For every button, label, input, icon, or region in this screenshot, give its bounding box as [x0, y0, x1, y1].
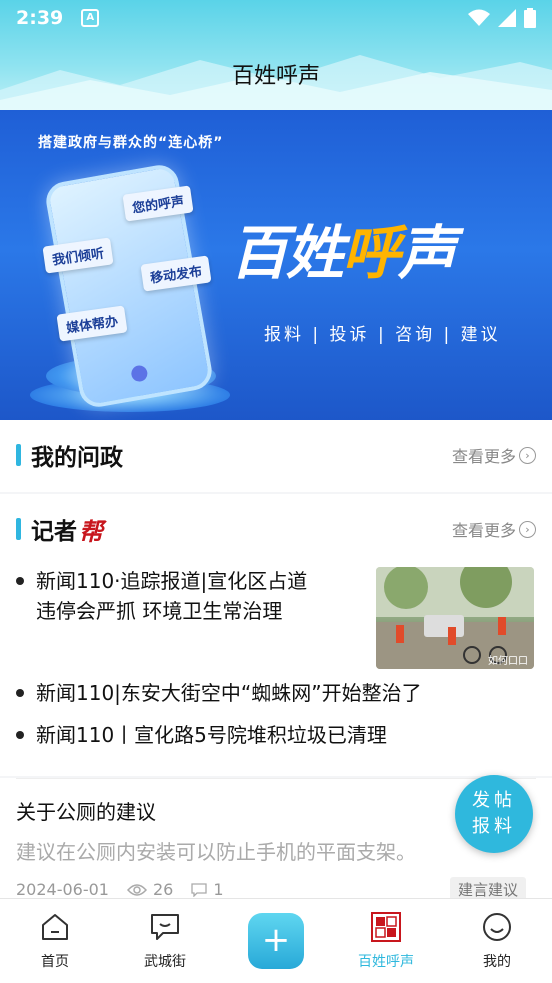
post-report-fab[interactable]: 发帖 报料 [455, 775, 533, 853]
thumb-watermark: 如何口口 [488, 656, 528, 667]
bullet-dot [16, 731, 24, 739]
chevron-right-icon: › [519, 520, 536, 538]
view-more-link[interactable]: 查看更多 › [452, 517, 536, 541]
big-title-c: 声 [398, 219, 456, 287]
news-item[interactable]: 新闻110丨宣化路5号院堆积垃圾已清理 [16, 720, 387, 750]
bullet-dot [16, 577, 24, 585]
tab-label: 我的 [483, 954, 511, 970]
tab-home[interactable]: 首页 [0, 899, 110, 983]
home-icon [42, 914, 68, 940]
wifi-icon [468, 9, 490, 26]
signal-icon [498, 9, 516, 27]
fab-line1: 发帖 [472, 790, 516, 811]
tab-label: 首页 [41, 954, 69, 970]
post-title: 关于公厕的建议 [16, 800, 156, 824]
post-meta: 2024-06-01 26 1 [16, 880, 224, 899]
eye-icon [126, 883, 147, 896]
news-item[interactable]: 新闻110|东安大街空中“蜘蛛网”开始整治了 [16, 678, 422, 708]
tab-label: 百姓呼声 [358, 954, 414, 970]
battery-icon [524, 8, 536, 28]
bullet-dot [16, 689, 24, 697]
section-title: 我的问政 [31, 445, 123, 471]
banner-actions: 报料 | 投诉 | 咨询 | 建议 [264, 325, 501, 345]
banner[interactable]: 搭建政府与群众的“连心桥” 您的呼声 我们倾听 移动发布 媒体帮办 百姓呼声 报… [0, 110, 552, 420]
post-body: 建议在公厕内安装可以防止手机的平面支架。 [16, 840, 416, 864]
divider [16, 778, 536, 779]
view-more-label: 查看更多 [451, 521, 516, 540]
big-title-b: 呼 [342, 219, 400, 287]
tab-baixing-voice[interactable]: 百姓呼声 [331, 899, 441, 983]
plus-icon[interactable]: + [248, 913, 304, 969]
news-title: 新闻110丨宣化路5号院堆积垃圾已清理 [36, 723, 387, 747]
page-title: 百姓呼声 [231, 64, 320, 89]
news-title: 新闻110|东安大街空中“蜘蛛网”开始整治了 [36, 681, 422, 705]
news-title-line2: 违停会严抓 环境卫生常治理 [36, 599, 283, 623]
tab-label: 武城街 [144, 954, 186, 970]
post-comments: 1 [213, 880, 224, 899]
chevron-right-icon: › [519, 446, 536, 464]
bottom-tab-bar: 首页 武城街 + 百姓呼声 我的 [0, 898, 552, 983]
banner-slogan: 搭建政府与群众的“连心桥” [38, 135, 224, 151]
smile-icon [483, 913, 511, 941]
news-thumbnail[interactable]: 如何口口 [376, 567, 534, 669]
view-more-link[interactable]: 查看更多 › [452, 443, 536, 467]
tab-mine[interactable]: 我的 [442, 899, 552, 983]
banner-big-title: 百姓呼声 [230, 206, 456, 290]
section-title: 记者 [31, 519, 77, 545]
chat-icon [151, 914, 179, 940]
post-date: 2024-06-01 [16, 880, 109, 899]
post-views: 26 [152, 880, 174, 899]
news-item[interactable]: 新闻110·追踪报道|宣化区占道 违停会严抓 环境卫生常治理 [16, 566, 307, 626]
fab-line2: 报料 [472, 816, 516, 837]
news-title-line1: 新闻110·追踪报道|宣化区占道 [36, 569, 308, 593]
phone-button-icon [130, 364, 149, 383]
section-bar [16, 518, 21, 540]
big-title-a: 百姓 [230, 219, 344, 287]
section-bar [16, 444, 21, 466]
tab-wucheng-street[interactable]: 武城街 [110, 899, 220, 983]
view-more-label: 查看更多 [451, 447, 516, 466]
section-my-questions: 我的问政 查看更多 › [0, 420, 552, 492]
status-bar: 2:39 A [0, 0, 552, 36]
baixing-logo-icon [371, 912, 401, 942]
reporter-mark: 帮 [79, 516, 103, 546]
status-time: 2:39 [16, 7, 64, 29]
comment-icon [191, 882, 207, 897]
a-icon: A [81, 9, 100, 27]
